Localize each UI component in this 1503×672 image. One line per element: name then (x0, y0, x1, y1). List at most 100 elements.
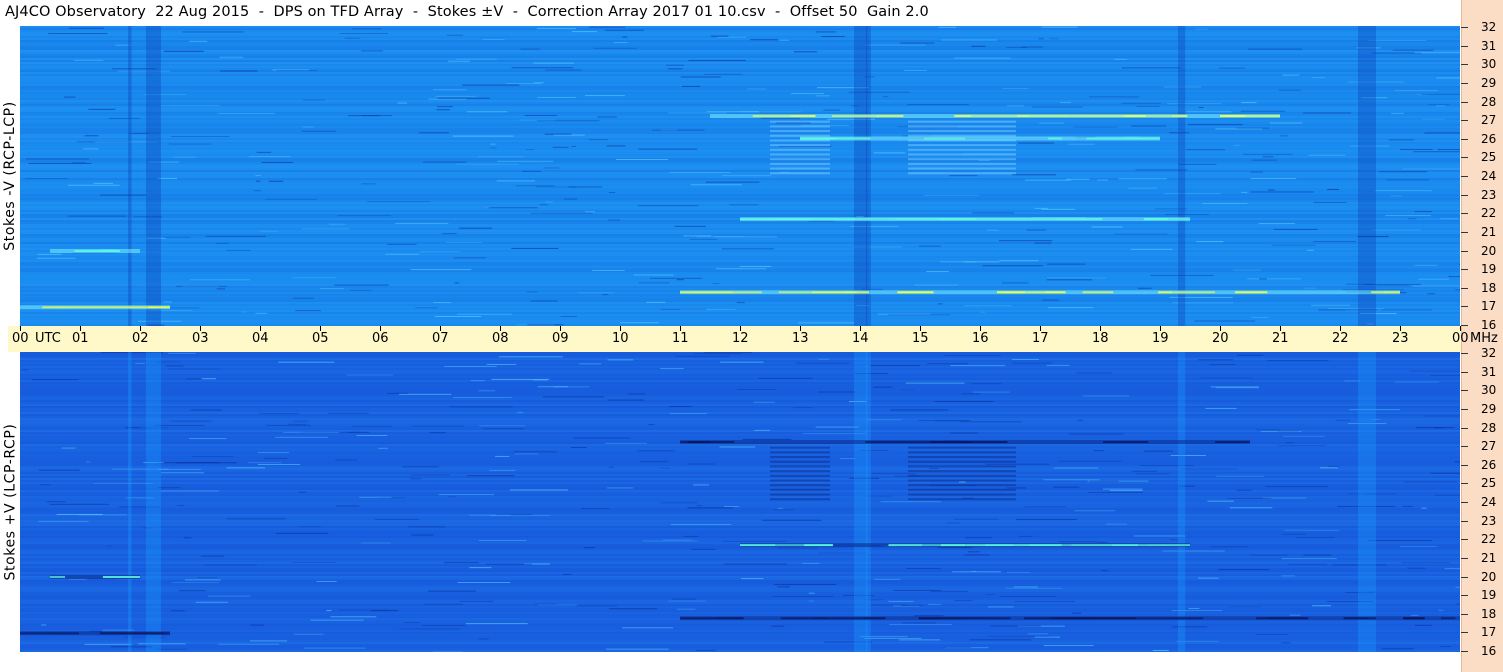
noise-speckle (1318, 309, 1346, 311)
noise-speckle (963, 554, 990, 556)
noise-speckle (578, 292, 615, 294)
noise-speckle (872, 473, 917, 475)
noise-speckle (63, 96, 76, 98)
noise-row (20, 108, 1460, 110)
signal-band (1013, 544, 1029, 547)
noise-row (20, 620, 1460, 622)
noise-speckle (1402, 505, 1413, 507)
time-label-start: 00 (12, 331, 29, 346)
noise-speckle (1201, 202, 1248, 204)
noise-row (20, 150, 1460, 152)
time-label-hour: 13 (792, 331, 809, 346)
noise-speckle (356, 435, 388, 437)
noise-row (20, 92, 1460, 94)
time-label-hour: 17 (1032, 331, 1049, 346)
noise-row (20, 558, 1460, 560)
bottom-panel-ylabel: Stokes +V (LCP-RCP) (2, 423, 18, 581)
noise-speckle (815, 426, 859, 428)
striped-block-line (908, 470, 1016, 473)
noise-speckle (1278, 89, 1301, 91)
noise-speckle (904, 69, 927, 71)
noise-speckle (1400, 546, 1437, 548)
noise-row (20, 524, 1460, 526)
noise-row (20, 432, 1460, 434)
noise-speckle (544, 133, 572, 135)
noise-row (20, 522, 1460, 524)
noise-speckle (292, 277, 337, 279)
noise-speckle (721, 248, 774, 250)
time-label-hour: 06 (372, 331, 389, 346)
noise-speckle (1288, 563, 1328, 565)
noise-speckle (1296, 537, 1335, 539)
noise-speckle (1053, 486, 1080, 488)
noise-row (20, 214, 1460, 216)
noise-speckle (1282, 74, 1300, 76)
noise-speckle (821, 36, 845, 38)
noise-row (20, 84, 1460, 86)
noise-row (20, 474, 1460, 476)
noise-speckle (998, 240, 1053, 242)
noise-speckle (535, 186, 577, 188)
noise-speckle (1093, 450, 1105, 452)
striped-block-line (908, 460, 1016, 463)
noise-speckle (674, 225, 706, 227)
frequency-tick-label: 26 (1481, 457, 1497, 472)
noise-speckle (958, 481, 966, 483)
top-panel-ylabel-container: Stokes -V (RCP-LCP) (0, 26, 20, 326)
noise-speckle (662, 539, 693, 541)
noise-speckle (1128, 187, 1157, 189)
noise-speckle (762, 519, 822, 521)
signal-band (930, 441, 972, 443)
noise-row (20, 88, 1460, 90)
noise-row (20, 254, 1460, 256)
noise-speckle (1414, 211, 1432, 213)
noise-row (20, 488, 1460, 490)
noise-speckle (670, 524, 732, 526)
frequency-tick-label: 19 (1481, 588, 1497, 603)
noise-speckle (361, 50, 383, 52)
noise-speckle (1059, 541, 1098, 543)
noise-speckle (776, 586, 790, 588)
noise-speckle (483, 428, 525, 430)
noise-row (20, 288, 1460, 290)
frequency-tick-mark (1461, 27, 1468, 28)
noise-speckle (257, 452, 290, 454)
signal-band (93, 306, 114, 309)
noise-speckle (646, 301, 666, 303)
noise-speckle (1271, 244, 1316, 246)
noise-row (20, 194, 1460, 196)
noise-speckle (1407, 567, 1426, 569)
noise-speckle (302, 126, 314, 128)
noise-speckle (771, 625, 785, 627)
signal-band (20, 632, 51, 635)
striped-block-line (770, 456, 830, 459)
noise-speckle (67, 184, 120, 186)
signal-band (1255, 617, 1269, 620)
noise-speckle (982, 265, 1044, 267)
noise-speckle (1209, 364, 1236, 366)
signal-band (984, 544, 1014, 547)
noise-speckle (1236, 354, 1264, 356)
noise-speckle (1046, 279, 1093, 281)
noise-speckle (288, 423, 307, 425)
noise-row (20, 398, 1460, 400)
noise-speckle (669, 405, 693, 407)
noise-row (20, 372, 1460, 374)
signal-band (888, 544, 923, 547)
striped-block-line (770, 474, 830, 477)
noise-speckle (747, 88, 766, 90)
noise-speckle (667, 600, 706, 602)
noise-row (20, 472, 1460, 474)
noise-speckle (433, 89, 467, 91)
noise-speckle (1258, 223, 1295, 225)
signal-band (1056, 218, 1103, 221)
signal-band (74, 250, 102, 252)
signal-band (1028, 544, 1062, 547)
noise-row (20, 28, 1460, 30)
noise-speckle (83, 148, 99, 150)
noise-speckle (1243, 153, 1293, 155)
interference-column (128, 352, 132, 652)
frequency-tick-label: 21 (1481, 550, 1497, 565)
noise-speckle (609, 608, 658, 610)
noise-speckle (304, 647, 366, 649)
